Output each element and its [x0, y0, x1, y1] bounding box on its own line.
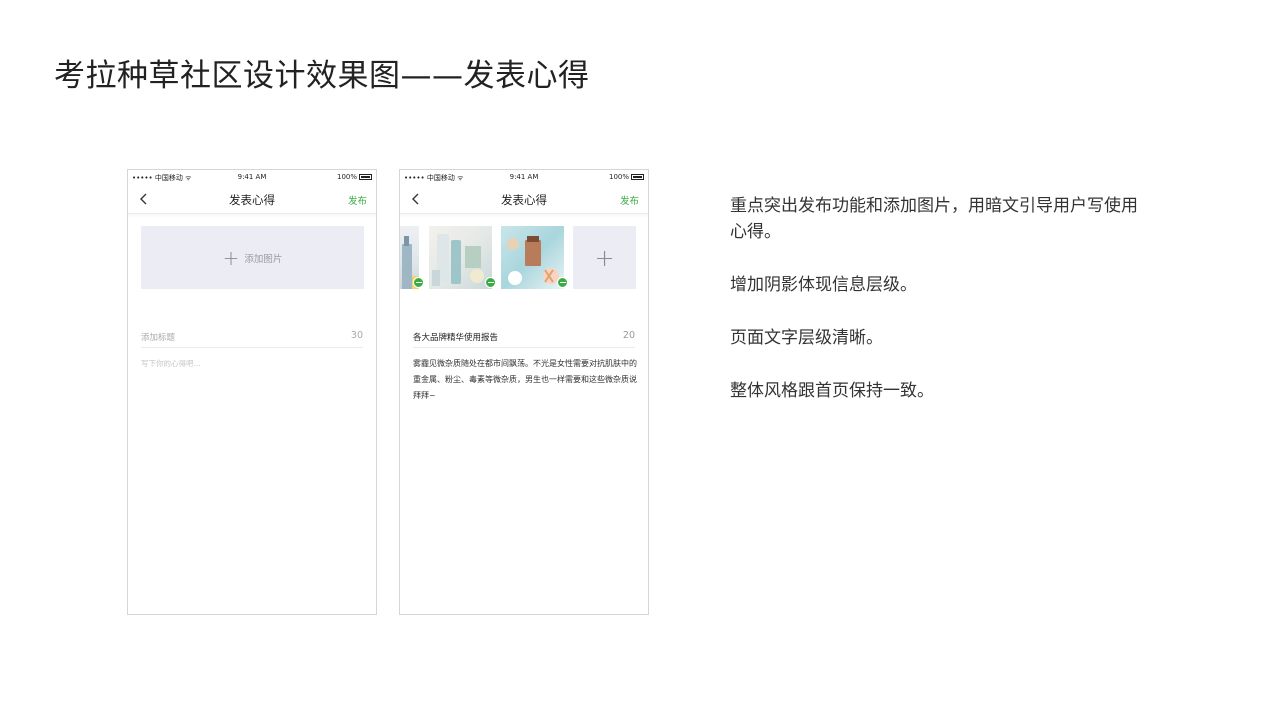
title-input[interactable]: 添加标题 30 [141, 330, 363, 348]
status-bar: ••••• 中国移动 ᯤ 9:41 AM 100% [128, 170, 376, 186]
design-note: 重点突出发布功能和添加图片，用暗文引导用户写使用心得。 [730, 196, 1138, 242]
title-placeholder: 添加标题 [141, 333, 176, 343]
title-input[interactable]: 各大品牌精华使用报告 20 [413, 330, 635, 348]
phone-mockup-empty: ••••• 中国移动 ᯤ 9:41 AM 100% 发表心得 发布 + 添加图片… [127, 169, 377, 615]
body-input[interactable]: 写下你的心得吧... [141, 358, 201, 369]
add-photo-button[interactable]: + [573, 226, 636, 289]
design-notes: 重点突出发布功能和添加图片，用暗文引导用户写使用心得。 增加阴影体现信息层级。 … [730, 193, 1150, 431]
remove-photo-icon[interactable] [413, 277, 424, 288]
product-photo-image [507, 236, 559, 285]
nav-bar: 发表心得 发布 [128, 186, 376, 214]
design-note: 页面文字层级清晰。 [730, 328, 883, 348]
photo-thumbnail[interactable] [501, 226, 564, 289]
photo-thumbnail[interactable] [429, 226, 492, 289]
title-value: 各大品牌精华使用报告 [413, 333, 499, 343]
plus-icon: + [222, 245, 240, 270]
battery-icon [631, 174, 644, 180]
add-photo-label: 添加图片 [244, 253, 283, 265]
nav-title: 发表心得 [501, 193, 547, 207]
plus-icon: + [594, 243, 615, 272]
design-note: 增加阴影体现信息层级。 [730, 275, 917, 295]
slide-title: 考拉种草社区设计效果图——发表心得 [54, 58, 590, 94]
title-char-count: 20 [622, 330, 635, 341]
design-note: 整体风格跟首页保持一致。 [730, 381, 934, 401]
publish-button[interactable]: 发布 [620, 193, 639, 207]
status-bar: ••••• 中国移动 ᯤ 9:41 AM 100% [400, 170, 648, 186]
photo-strip: + [400, 226, 648, 289]
battery-indicator: 100% [609, 173, 644, 181]
publish-button[interactable]: 发布 [348, 193, 367, 207]
battery-percent: 100% [608, 173, 629, 181]
nav-bar: 发表心得 发布 [400, 186, 648, 214]
title-char-count: 30 [350, 330, 363, 341]
battery-percent: 100% [336, 173, 357, 181]
phone-mockup-filled: ••••• 中国移动 ᯤ 9:41 AM 100% 发表心得 发布 + 各大品牌… [399, 169, 649, 615]
nav-title: 发表心得 [229, 193, 275, 207]
body-input[interactable]: 雾霾见微杂质随处在都市间飘荡。不光是女性需要对抗肌肤中的重金属、粉尘、毒素等微杂… [413, 356, 637, 404]
remove-photo-icon[interactable] [485, 277, 496, 288]
product-photo-image [432, 234, 484, 286]
remove-photo-icon[interactable] [557, 277, 568, 288]
add-photo-button[interactable]: + 添加图片 [141, 226, 364, 289]
battery-indicator: 100% [337, 173, 372, 181]
battery-icon [359, 174, 372, 180]
